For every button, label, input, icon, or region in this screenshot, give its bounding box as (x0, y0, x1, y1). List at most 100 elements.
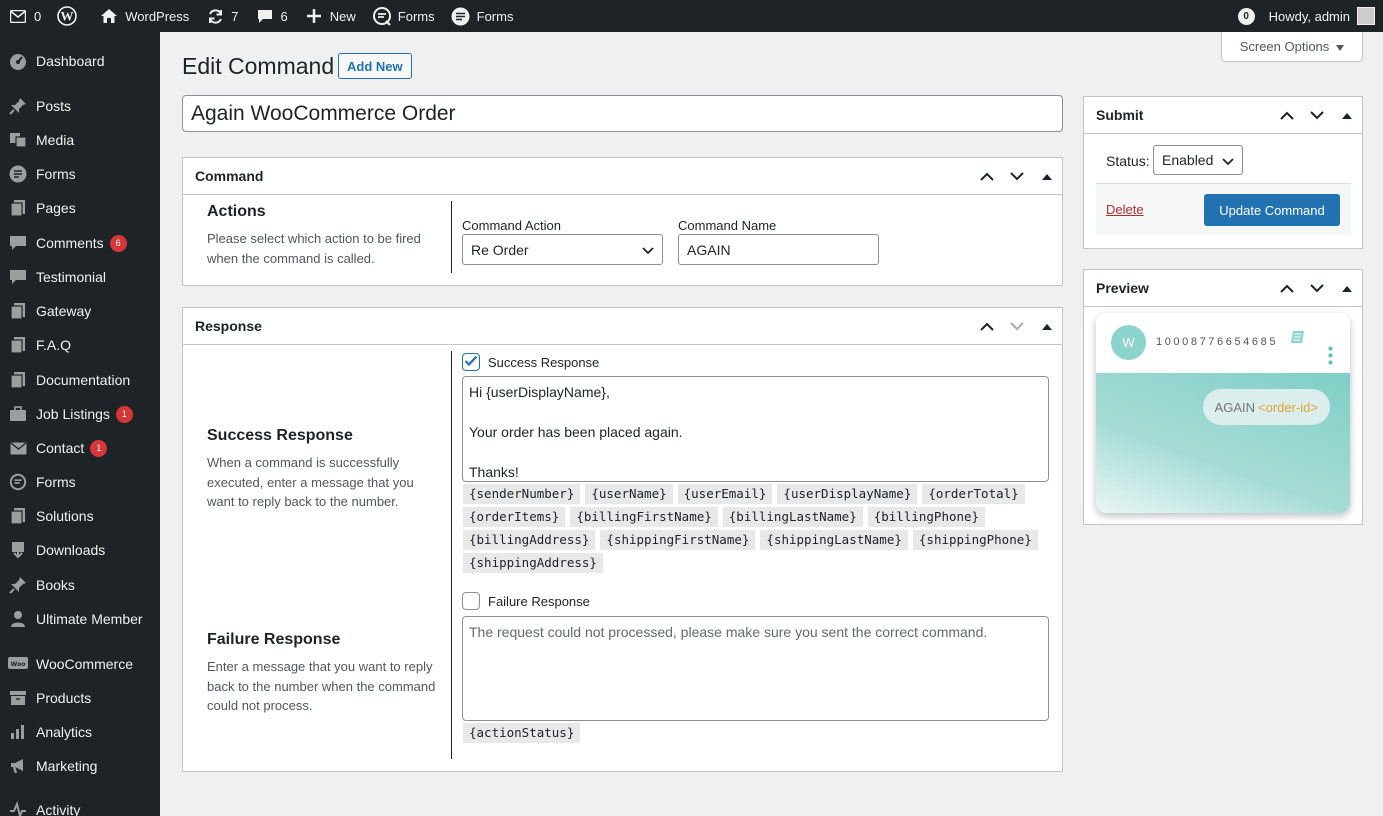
sidebar-item-contact[interactable]: Contact 1 (0, 431, 160, 465)
tag-chip[interactable]: {billingAddress} (463, 530, 596, 550)
comment-icon (0, 268, 36, 286)
move-up-icon[interactable] (1272, 284, 1302, 293)
download-icon (0, 541, 36, 559)
page-icon (0, 507, 36, 525)
sidebar-item-job-listings[interactable]: Job Listings 1 (0, 397, 160, 431)
submit-metabox-header: Submit (1084, 97, 1362, 134)
screen-options-button[interactable]: Screen Options (1221, 32, 1363, 62)
sidebar-item-activity[interactable]: Activity (0, 793, 160, 816)
sidebar-item-books[interactable]: Books (0, 568, 160, 602)
tag-chip[interactable]: {shippingFirstName} (600, 530, 756, 550)
comments-count: 6 (280, 8, 288, 24)
tag-chip[interactable]: {userEmail} (677, 484, 773, 504)
refresh-count: 7 (231, 8, 239, 24)
move-up-icon[interactable] (972, 172, 1002, 181)
sidebar-item-products[interactable]: Products (0, 681, 160, 715)
comments-link[interactable]: 6 (247, 0, 296, 32)
megaphone-icon (0, 757, 36, 775)
sidebar-item-documentation[interactable]: Documentation (0, 363, 160, 397)
sidebar-item-gateway[interactable]: Gateway (0, 294, 160, 328)
status-select[interactable]: Enabled (1153, 145, 1243, 175)
move-down-icon[interactable] (1302, 283, 1332, 293)
sidebar-item-solutions[interactable]: Solutions (0, 499, 160, 533)
divider (451, 201, 452, 273)
updates-link[interactable]: 7 (197, 0, 246, 32)
move-down-icon[interactable] (1002, 171, 1032, 181)
failure-checkbox-label: Failure Response (488, 594, 590, 609)
sidebar-item-dashboard[interactable]: Dashboard (0, 44, 160, 78)
sidebar-item-posts[interactable]: Posts (0, 89, 160, 123)
command-metabox-header: Command (183, 158, 1062, 195)
sidebar-item-forms-2[interactable]: Forms (0, 465, 160, 499)
caret-down-icon (1336, 39, 1345, 54)
comment-icon (0, 234, 36, 252)
forms-link-1[interactable]: Forms (364, 0, 443, 32)
sidebar-item-marketing[interactable]: Marketing (0, 749, 160, 783)
tag-chip[interactable]: {actionStatus} (463, 723, 581, 743)
move-down-icon[interactable] (1002, 321, 1032, 331)
site-name-link[interactable]: WordPress (91, 0, 197, 32)
sidebar-item-downloads[interactable]: Downloads (0, 533, 160, 567)
chart-icon (0, 724, 36, 740)
failure-message-textarea[interactable]: The request could not processed, please … (462, 616, 1049, 721)
tag-chip[interactable]: {billingLastName} (722, 507, 863, 527)
comment-icon (255, 6, 275, 26)
sidebar-item-woocommerce[interactable]: Woo WooCommerce (0, 647, 160, 681)
contact-badge: 1 (90, 439, 108, 457)
page-icon (0, 336, 36, 354)
delete-link[interactable]: Delete (1106, 202, 1144, 217)
actions-description: Actions Please select which action to be… (207, 203, 443, 268)
avatar[interactable] (1357, 7, 1375, 25)
sidebar-item-forms[interactable]: Forms (0, 157, 160, 191)
tag-chip[interactable]: {billingPhone} (867, 507, 986, 527)
tag-chip[interactable]: {userName} (585, 484, 673, 504)
updates-item[interactable]: 0 (0, 0, 49, 32)
tag-chip[interactable]: {orderTotal} (922, 484, 1025, 504)
failure-tags: {actionStatus} (463, 723, 1053, 746)
command-action-select[interactable]: Re Order (462, 234, 663, 265)
howdy-text[interactable]: Howdy, admin (1269, 9, 1350, 24)
failure-checkbox[interactable] (462, 592, 480, 610)
command-name-label: Command Name (678, 218, 777, 233)
add-new-button[interactable]: Add New (338, 53, 412, 79)
forms-link-2[interactable]: Forms (443, 0, 522, 32)
tag-chip[interactable]: {shippingPhone} (912, 530, 1038, 550)
tag-chip[interactable]: {shippingLastName} (760, 530, 908, 550)
home-icon (99, 6, 119, 26)
dashboard-icon (0, 52, 36, 70)
success-checkbox[interactable] (462, 353, 480, 371)
tag-chip[interactable]: {shippingAddress} (463, 553, 603, 573)
tag-chip[interactable]: {userDisplayName} (777, 484, 918, 504)
briefcase-icon (0, 406, 36, 422)
sidebar-item-comments[interactable]: Comments 6 (0, 226, 160, 260)
collapse-icon[interactable] (1032, 323, 1062, 330)
post-title-input[interactable]: Again WooCommerce Order (182, 95, 1063, 132)
sidebar-item-faq[interactable]: F.A.Q (0, 328, 160, 362)
failure-heading: Failure Response (207, 631, 341, 648)
sidebar-item-testimonial[interactable]: Testimonial (0, 260, 160, 294)
notifications-bubble[interactable]: 0 (1237, 7, 1255, 25)
sidebar-item-analytics[interactable]: Analytics (0, 715, 160, 749)
success-message-textarea[interactable]: Hi {userDisplayName}, Your order has bee… (462, 376, 1049, 482)
move-down-icon[interactable] (1302, 110, 1332, 120)
collapse-icon[interactable] (1332, 112, 1362, 119)
wp-logo[interactable]: W (49, 0, 91, 32)
sidebar-item-media[interactable]: Media (0, 123, 160, 157)
media-icon (0, 131, 36, 149)
sidebar-item-ultimate-member[interactable]: Ultimate Member (0, 602, 160, 636)
success-description: Success Response When a command is succe… (207, 427, 443, 512)
tag-chip[interactable]: {orderItems} (463, 507, 566, 527)
sidebar-item-pages[interactable]: Pages (0, 191, 160, 225)
more-vertical-icon[interactable] (1328, 346, 1333, 368)
move-up-icon[interactable] (1272, 111, 1302, 120)
tag-chip[interactable]: {senderNumber} (463, 484, 581, 504)
move-up-icon[interactable] (972, 322, 1002, 331)
command-action-label: Command Action (462, 218, 561, 233)
collapse-icon[interactable] (1032, 173, 1062, 180)
tag-chip[interactable]: {billingFirstName} (570, 507, 718, 527)
update-command-button[interactable]: Update Command (1204, 194, 1340, 226)
activity-icon (0, 801, 36, 816)
command-name-input[interactable]: AGAIN (678, 234, 879, 265)
collapse-icon[interactable] (1332, 285, 1362, 292)
new-content-link[interactable]: New (296, 0, 364, 32)
